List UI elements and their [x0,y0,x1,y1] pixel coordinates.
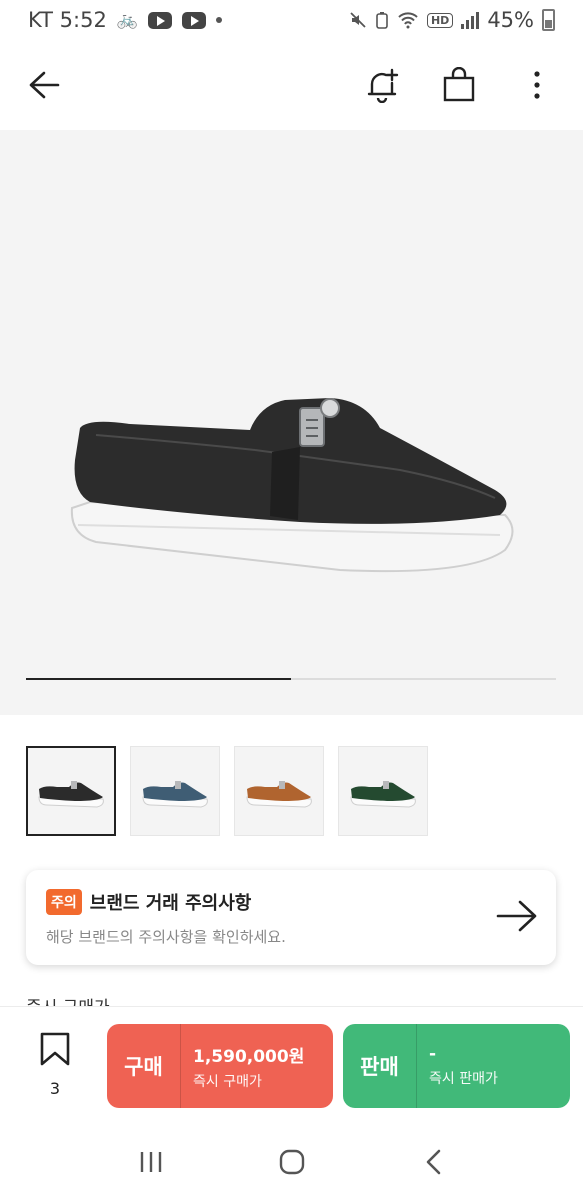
recent-apps-icon [140,1152,161,1172]
warning-badge: 주의 [46,889,82,915]
carousel-progress [26,678,556,680]
status-bar: KT 5:52 🚲 HD 45% [0,0,583,40]
more-notifications-dot-icon [215,17,222,23]
home-button[interactable] [270,1140,314,1184]
product-image-carousel[interactable] [0,130,583,715]
sell-label: 판매 [343,1024,417,1108]
wishlist-button[interactable]: 3 [30,1031,80,1098]
brand-notice-card[interactable]: 주의 브랜드 거래 주의사항 해당 브랜드의 주의사항을 확인하세요. [26,870,556,965]
bottom-action-bar: 3 구매 1,590,000원 즉시 구매가 판매 - 즉시 판매가 [0,1006,583,1122]
instant-buy-price-heading: 즉시 구매가 [26,996,110,1006]
youtube-icon [181,11,206,29]
product-shoe-image [70,398,514,573]
thumbnail-item[interactable] [130,746,220,836]
shoe-thumbnail-image [350,781,416,808]
wishlist-count: 3 [49,1079,61,1098]
shoe-thumbnail-image [142,781,208,808]
battery-saver-icon [376,12,388,29]
sell-price-caption: 즉시 판매가 [429,1071,498,1087]
shopping-bag-button[interactable] [437,63,481,107]
sell-info: - 즉시 판매가 [417,1024,498,1108]
recent-apps-button[interactable] [129,1140,173,1184]
mute-icon [350,12,366,28]
sell-price: - [429,1044,437,1064]
shoe-thumbnail-image [38,781,104,808]
system-back-icon [426,1149,440,1175]
battery-percent: 45% [487,8,534,32]
buy-price-caption: 즉시 구매가 [193,1073,262,1090]
more-vertical-icon [534,71,540,99]
arrow-right-icon [496,900,537,932]
carousel-progress-fill [26,678,291,680]
status-right: HD 45% [349,8,555,32]
buy-info: 1,590,000원 즉시 구매가 [181,1024,304,1108]
carrier-time: KT 5:52 [28,8,107,32]
shopping-bag-icon [443,67,475,102]
system-navigation-bar [0,1124,583,1200]
notice-title: 브랜드 거래 주의사항 [89,893,252,914]
system-back-button[interactable] [411,1140,455,1184]
buy-button[interactable]: 구매 1,590,000원 즉시 구매가 [107,1024,333,1108]
signal-icon [461,11,480,29]
back-arrow-icon [29,71,60,99]
status-left: KT 5:52 🚲 [28,8,222,32]
wifi-icon [398,12,418,29]
bookmark-icon [40,1032,70,1066]
buy-price: 1,590,000원 [193,1046,305,1067]
shoe-thumbnail-image [246,781,312,808]
thumbnail-item[interactable] [234,746,324,836]
alert-button[interactable] [360,63,404,107]
top-navigation [0,45,583,125]
hd-voice-icon: HD [426,12,454,28]
battery-icon [542,9,555,31]
thumbnail-item[interactable] [26,746,116,836]
notice-header: 주의 브랜드 거래 주의사항 [46,889,536,915]
back-button[interactable] [22,63,66,107]
bell-plus-icon [367,68,399,103]
home-icon [279,1149,304,1175]
thumbnail-item[interactable] [338,746,428,836]
more-button[interactable] [515,63,559,107]
buy-label: 구매 [107,1024,181,1108]
sell-button[interactable]: 판매 - 즉시 판매가 [343,1024,570,1108]
youtube-icon [147,11,172,29]
thumbnail-list [26,746,428,836]
notice-description: 해당 브랜드의 주의사항을 확인하세요. [46,928,286,946]
notification-icon: 🚲 [116,10,138,30]
